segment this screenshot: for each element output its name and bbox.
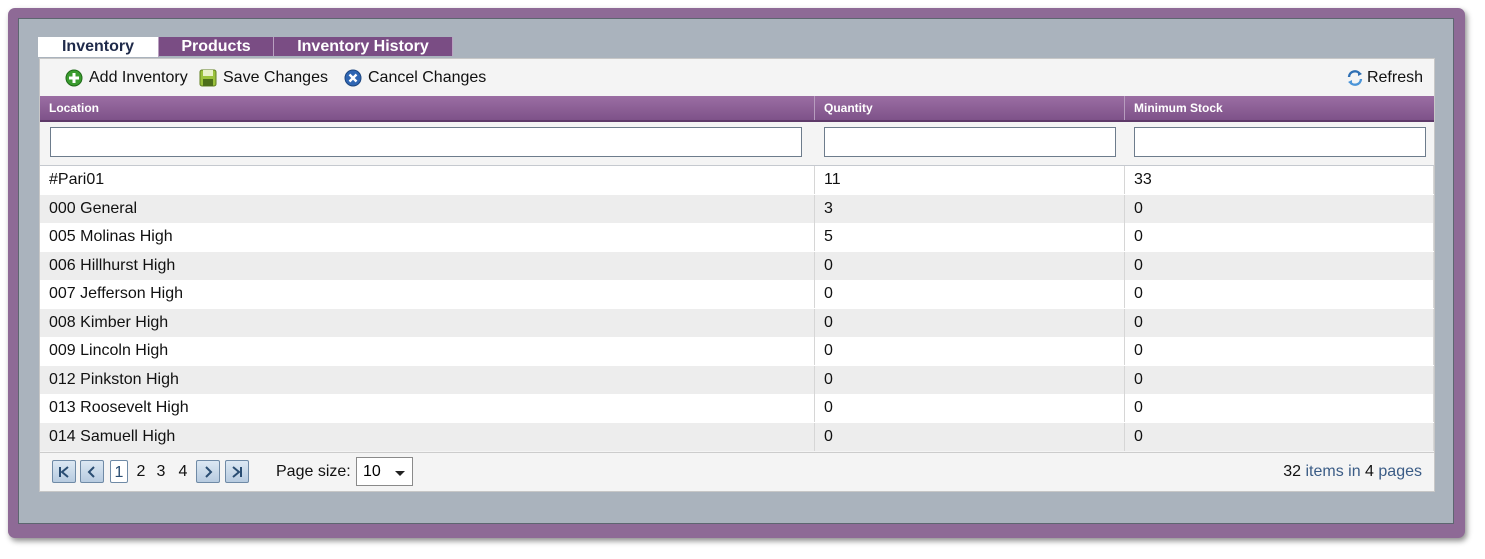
add-icon	[65, 69, 83, 87]
table-row[interactable]: 008 Kimber High 0 0	[40, 308, 1434, 337]
minimum-stock-cell: 0	[1125, 280, 1434, 308]
location-cell: 000 General	[40, 194, 815, 223]
tab-strip: Inventory Products Inventory History	[38, 37, 453, 57]
table-row[interactable]: 013 Roosevelt High 0 0	[40, 394, 1434, 423]
quantity-cell: 11	[815, 166, 1125, 194]
refresh-label: Refresh	[1366, 69, 1423, 86]
quantity-cell: 0	[815, 422, 1125, 451]
filter-row	[40, 122, 1434, 166]
next-page-button[interactable]	[196, 460, 220, 483]
minimum-stock-cell: 0	[1125, 422, 1434, 451]
minimum-stock-filter-input[interactable]	[1134, 127, 1426, 157]
quantity-cell: 3	[815, 194, 1125, 223]
page-link-3[interactable]: 3	[154, 460, 168, 483]
quantity-cell: 0	[815, 394, 1125, 422]
previous-page-button[interactable]	[80, 460, 104, 483]
minimum-stock-cell: 0	[1125, 394, 1434, 422]
grid-header: Location Quantity Minimum Stock	[40, 96, 1434, 122]
add-inventory-button[interactable]: Add Inventory	[65, 69, 188, 87]
chevron-right-icon	[205, 466, 213, 478]
last-page-icon	[232, 466, 242, 478]
quantity-cell: 0	[815, 365, 1125, 394]
grid-toolbar: Add Inventory Save Changes Cancel Change…	[40, 59, 1434, 96]
table-row[interactable]: 005 Molinas High 5 0	[40, 223, 1434, 252]
refresh-icon	[1347, 70, 1363, 86]
first-page-icon	[59, 466, 69, 478]
quantity-filter-input[interactable]	[824, 127, 1116, 157]
column-header-quantity[interactable]: Quantity	[815, 96, 1125, 120]
table-row[interactable]: 000 General 3 0	[40, 194, 1434, 223]
page-link-2[interactable]: 2	[134, 460, 148, 483]
tab-inventory[interactable]: Inventory	[38, 37, 159, 57]
chevron-down-icon	[395, 471, 405, 476]
pager: 1 2 3 4 Page size: 10 32 items in 4 page…	[40, 452, 1434, 491]
add-inventory-label: Add Inventory	[89, 69, 188, 86]
table-row[interactable]: 009 Lincoln High 0 0	[40, 337, 1434, 366]
column-header-minimum-stock[interactable]: Minimum Stock	[1125, 96, 1434, 120]
minimum-stock-cell: 0	[1125, 308, 1434, 337]
location-cell: 007 Jefferson High	[40, 280, 815, 308]
total-items: 32	[1283, 463, 1302, 480]
table-row[interactable]: 006 Hillhurst High 0 0	[40, 251, 1434, 280]
location-cell: 005 Molinas High	[40, 223, 815, 251]
tab-inventory-history[interactable]: Inventory History	[274, 37, 453, 56]
minimum-stock-cell: 0	[1125, 251, 1434, 280]
tab-products[interactable]: Products	[159, 37, 274, 56]
minimum-stock-cell: 0	[1125, 223, 1434, 251]
table-row[interactable]: 014 Samuell High 0 0	[40, 422, 1434, 451]
last-page-button[interactable]	[225, 460, 249, 483]
quantity-cell: 0	[815, 280, 1125, 308]
inventory-grid: Add Inventory Save Changes Cancel Change…	[39, 58, 1435, 492]
page-size-label: Page size:	[276, 463, 351, 480]
cancel-changes-label: Cancel Changes	[368, 69, 487, 86]
page-size-value: 10	[363, 463, 381, 480]
minimum-stock-cell: 0	[1125, 337, 1434, 365]
column-header-location[interactable]: Location	[40, 96, 815, 120]
save-changes-label: Save Changes	[223, 69, 328, 86]
refresh-button[interactable]: Refresh	[1346, 69, 1423, 87]
location-cell: 009 Lincoln High	[40, 337, 815, 365]
location-cell: 014 Samuell High	[40, 422, 815, 451]
minimum-stock-cell: 0	[1125, 194, 1434, 223]
cancel-changes-button[interactable]: Cancel Changes	[344, 69, 486, 87]
location-cell: 006 Hillhurst High	[40, 251, 815, 280]
chevron-left-icon	[87, 466, 95, 478]
total-pages: 4	[1365, 463, 1374, 480]
cancel-icon	[344, 69, 362, 87]
quantity-cell: 0	[815, 337, 1125, 365]
quantity-cell: 5	[815, 223, 1125, 251]
location-cell: 013 Roosevelt High	[40, 394, 815, 422]
table-row[interactable]: #Pari01 11 33	[40, 166, 1434, 195]
items-in-text: items in	[1305, 463, 1361, 480]
location-cell: 008 Kimber High	[40, 308, 815, 337]
location-cell: 012 Pinkston High	[40, 365, 815, 394]
save-changes-button[interactable]: Save Changes	[199, 69, 328, 87]
table-row[interactable]: 007 Jefferson High 0 0	[40, 280, 1434, 309]
content-panel: Inventory Products Inventory History Add…	[18, 18, 1454, 524]
location-filter-input[interactable]	[50, 127, 802, 157]
minimum-stock-cell: 0	[1125, 365, 1434, 394]
quantity-cell: 0	[815, 251, 1125, 280]
table-row[interactable]: 012 Pinkston High 0 0	[40, 365, 1434, 394]
page-link-4[interactable]: 4	[176, 460, 190, 483]
save-icon	[199, 69, 217, 87]
grid-body: #Pari01 11 33 000 General 3 0 005 Molina…	[40, 166, 1434, 451]
location-cell: #Pari01	[40, 166, 815, 194]
quantity-cell: 0	[815, 308, 1125, 337]
page-size-select[interactable]: 10	[356, 457, 413, 486]
page-link-1[interactable]: 1	[110, 460, 128, 483]
minimum-stock-cell: 33	[1125, 166, 1434, 194]
pages-text: pages	[1378, 463, 1422, 480]
first-page-button[interactable]	[52, 460, 76, 483]
pager-info: 32 items in 4 pages	[1283, 460, 1422, 483]
